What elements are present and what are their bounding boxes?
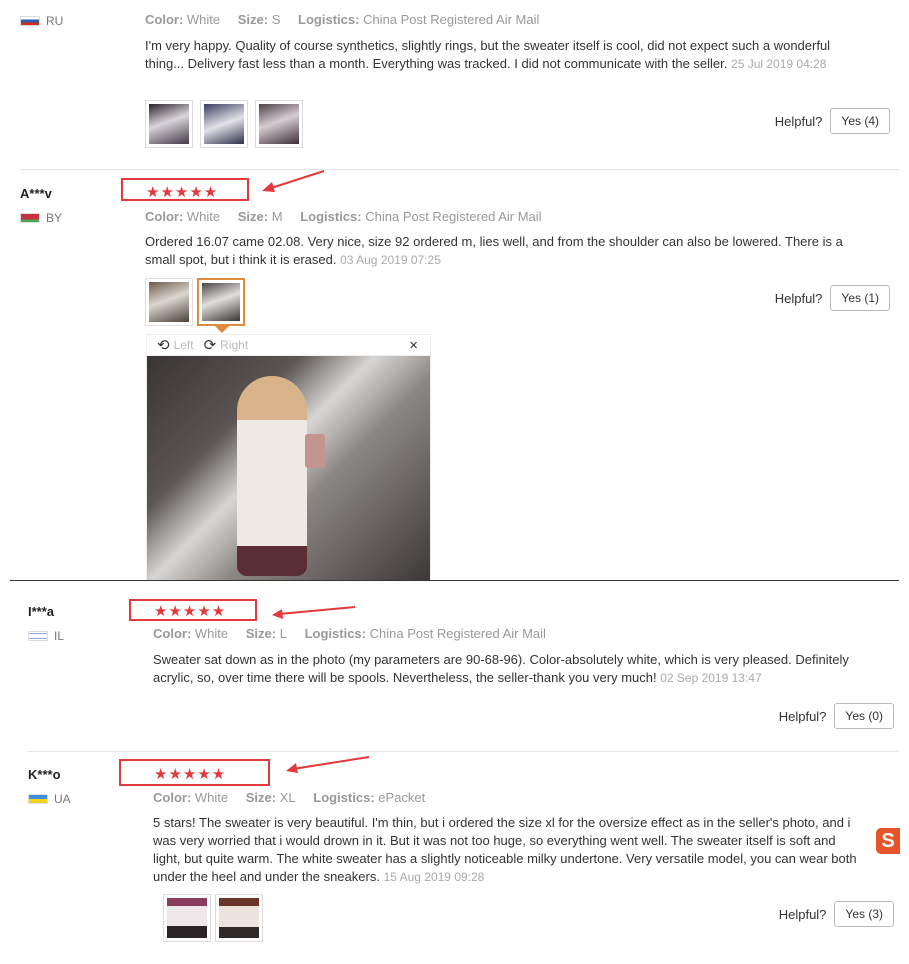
flag-ua-icon (28, 794, 48, 804)
flag-ru-icon (20, 16, 40, 26)
review-date: 03 Aug 2019 07:25 (340, 253, 441, 267)
annotation-arrow-icon (262, 170, 325, 192)
reviewer-country: IL (28, 629, 64, 643)
helpful-yes-button[interactable]: Yes (4) (830, 108, 890, 134)
review-photo-thumbnail[interactable] (215, 894, 263, 942)
review-photo-thumbnail[interactable] (163, 894, 211, 942)
helpful-section: Helpful? Yes (4) (775, 108, 890, 134)
helpful-yes-button[interactable]: Yes (0) (834, 703, 894, 729)
review-photo-thumbnail[interactable] (200, 100, 248, 148)
close-icon[interactable]: × (409, 337, 418, 354)
review-photos (145, 100, 303, 148)
review-divider (20, 169, 899, 170)
review-attributes: Color: White Size: M Logistics: China Po… (145, 209, 542, 224)
star-rating: ★★★★★ (154, 766, 227, 783)
review-photo-thumbnail[interactable] (255, 100, 303, 148)
review-date: 15 Aug 2019 09:28 (383, 870, 485, 884)
review-date: 25 Jul 2019 04:28 (731, 57, 827, 71)
review-text: Ordered 16.07 came 02.08. Very nice, siz… (145, 234, 843, 267)
reviewer-country: BY (20, 211, 62, 225)
reviewer-name: K***o (28, 767, 61, 782)
annotation-arrow-icon (272, 606, 356, 619)
review-photo-thumbnail[interactable] (145, 278, 193, 326)
rotate-right-button[interactable]: ⟳ Right (204, 336, 249, 354)
review-photos (163, 894, 263, 942)
review-photo-thumbnail-active[interactable] (197, 278, 245, 326)
review-text: 5 stars! The sweater is very beautiful. … (153, 815, 857, 884)
review-photo-large (147, 356, 430, 580)
helpful-section: Helpful? Yes (1) (775, 285, 890, 311)
reviewer-country: UA (28, 792, 71, 806)
review-text: Sweater sat down as in the photo (my par… (153, 652, 849, 685)
review-attributes: Color: White Size: S Logistics: China Po… (145, 12, 540, 27)
review-photo-thumbnail[interactable] (145, 100, 193, 148)
star-rating: ★★★★★ (146, 184, 219, 201)
reviewer-name: A***v (20, 186, 52, 201)
reviewer-name: I***a (28, 604, 55, 619)
annotation-arrow-icon (286, 756, 370, 773)
photo-viewer: ⟲ Left ⟳ Right × (146, 334, 431, 581)
section-separator (10, 580, 899, 581)
helpful-section: Helpful? Yes (3) (779, 901, 894, 927)
caret-up-icon (215, 326, 229, 333)
flag-il-icon (28, 631, 48, 641)
review-photos (145, 278, 245, 326)
helpful-yes-button[interactable]: Yes (1) (830, 285, 890, 311)
flag-by-icon (20, 213, 40, 223)
review-attributes: Color: White Size: XL Logistics: ePacket (153, 790, 426, 805)
helpful-section: Helpful? Yes (0) (779, 703, 894, 729)
review-attributes: Color: White Size: L Logistics: China Po… (153, 626, 546, 641)
rotate-right-icon: ⟳ (203, 337, 217, 354)
photo-viewer-toolbar: ⟲ Left ⟳ Right × (147, 335, 430, 356)
review-divider (28, 751, 899, 752)
reviewer-country: RU (20, 14, 63, 28)
helpful-yes-button[interactable]: Yes (3) (834, 901, 894, 927)
rotate-left-button[interactable]: ⟲ Left (157, 336, 194, 354)
star-rating: ★★★★★ (154, 603, 227, 620)
floating-logo-icon[interactable]: S (876, 828, 900, 854)
review-date: 02 Sep 2019 13:47 (660, 671, 762, 685)
rotate-left-icon: ⟲ (157, 337, 170, 354)
review-text: I'm very happy. Quality of course synthe… (145, 38, 831, 71)
